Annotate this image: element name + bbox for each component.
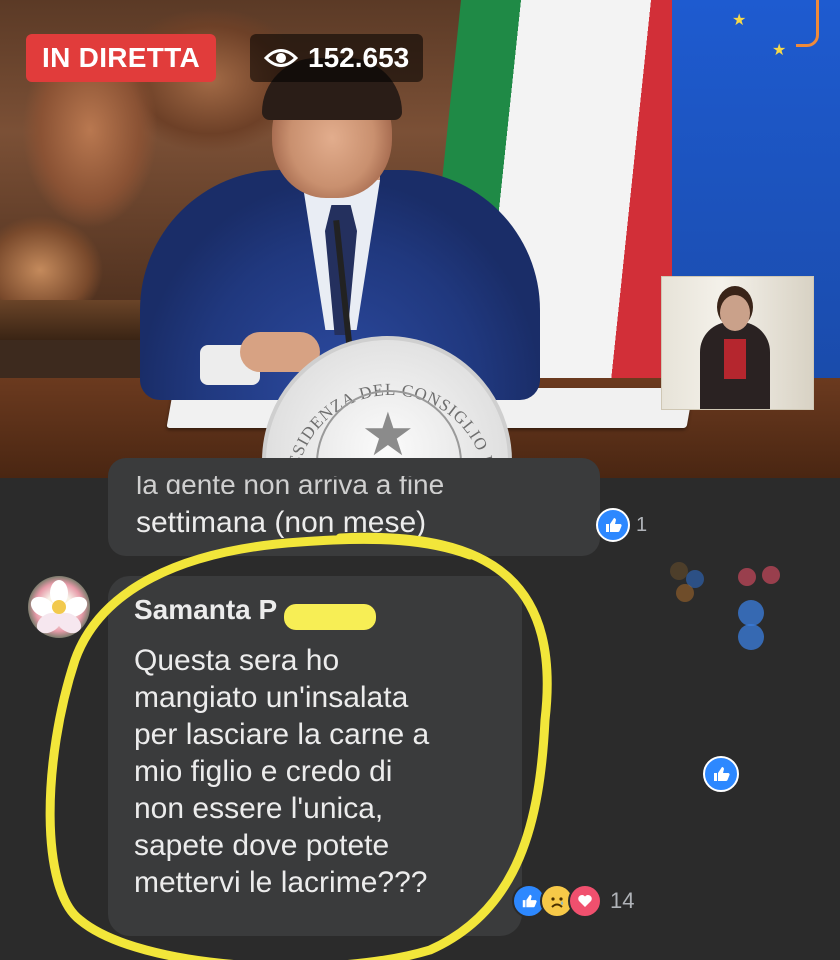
- floating-thumbs-up-icon: [703, 756, 739, 792]
- name-redaction: [284, 604, 376, 630]
- previous-comment-cut-line: la gente non arriva a fine: [136, 476, 445, 494]
- comment-text: Questa sera ho mangiato un'insalata per …: [134, 642, 514, 901]
- comment-bubble[interactable]: Samanta P Questa sera ho mangiato un'ins…: [108, 576, 522, 936]
- floating-heart-icon: [762, 566, 780, 584]
- comment-line: mio figlio e credo di: [134, 755, 393, 788]
- thumbs-up-icon[interactable]: [596, 508, 630, 542]
- comment-line: sapete dove potete: [134, 829, 390, 862]
- comment-line: per lasciare la carne a: [134, 718, 430, 751]
- eye-icon: [264, 49, 298, 67]
- sign-language-interpreter: [661, 276, 814, 410]
- comment-line: mangiato un'insalata: [134, 681, 409, 714]
- comment-line: non essere l'unica,: [134, 792, 384, 825]
- floating-like-icon: [738, 600, 764, 626]
- government-seal: PRESIDENZA DEL CONSIGLIO DEI MINISTRI ★: [262, 336, 512, 478]
- previous-like-count: 1: [636, 514, 648, 536]
- interpreter-shirt: [724, 339, 746, 379]
- viewer-count: 152.653: [250, 34, 424, 82]
- previous-comment-bubble[interactable]: la gente non arriva a fine settimana (no…: [108, 458, 600, 556]
- live-video[interactable]: ★ ★ PRESIDENZA DEL CONSIGLIO DEI MINISTR…: [0, 0, 840, 478]
- floating-like-icon: [738, 624, 764, 650]
- viewer-count-value: 152.653: [308, 42, 410, 73]
- floating-heart-icon: [738, 568, 756, 586]
- avatar[interactable]: [28, 576, 90, 638]
- comment-line: Questa sera ho: [134, 644, 340, 677]
- comment-author[interactable]: Samanta P: [134, 594, 277, 626]
- previous-comment-text: settimana (non mese): [136, 506, 427, 539]
- orange-marker: [796, 0, 819, 47]
- live-badge: IN DIRETTA: [26, 34, 217, 82]
- floating-angry-icon: [676, 584, 694, 602]
- comment-line: mettervi le lacrime???: [134, 866, 428, 899]
- interpreter-head: [720, 295, 750, 331]
- reaction-count: 14: [610, 888, 635, 913]
- heart-icon: [568, 884, 602, 918]
- reaction-summary[interactable]: 14: [512, 884, 634, 918]
